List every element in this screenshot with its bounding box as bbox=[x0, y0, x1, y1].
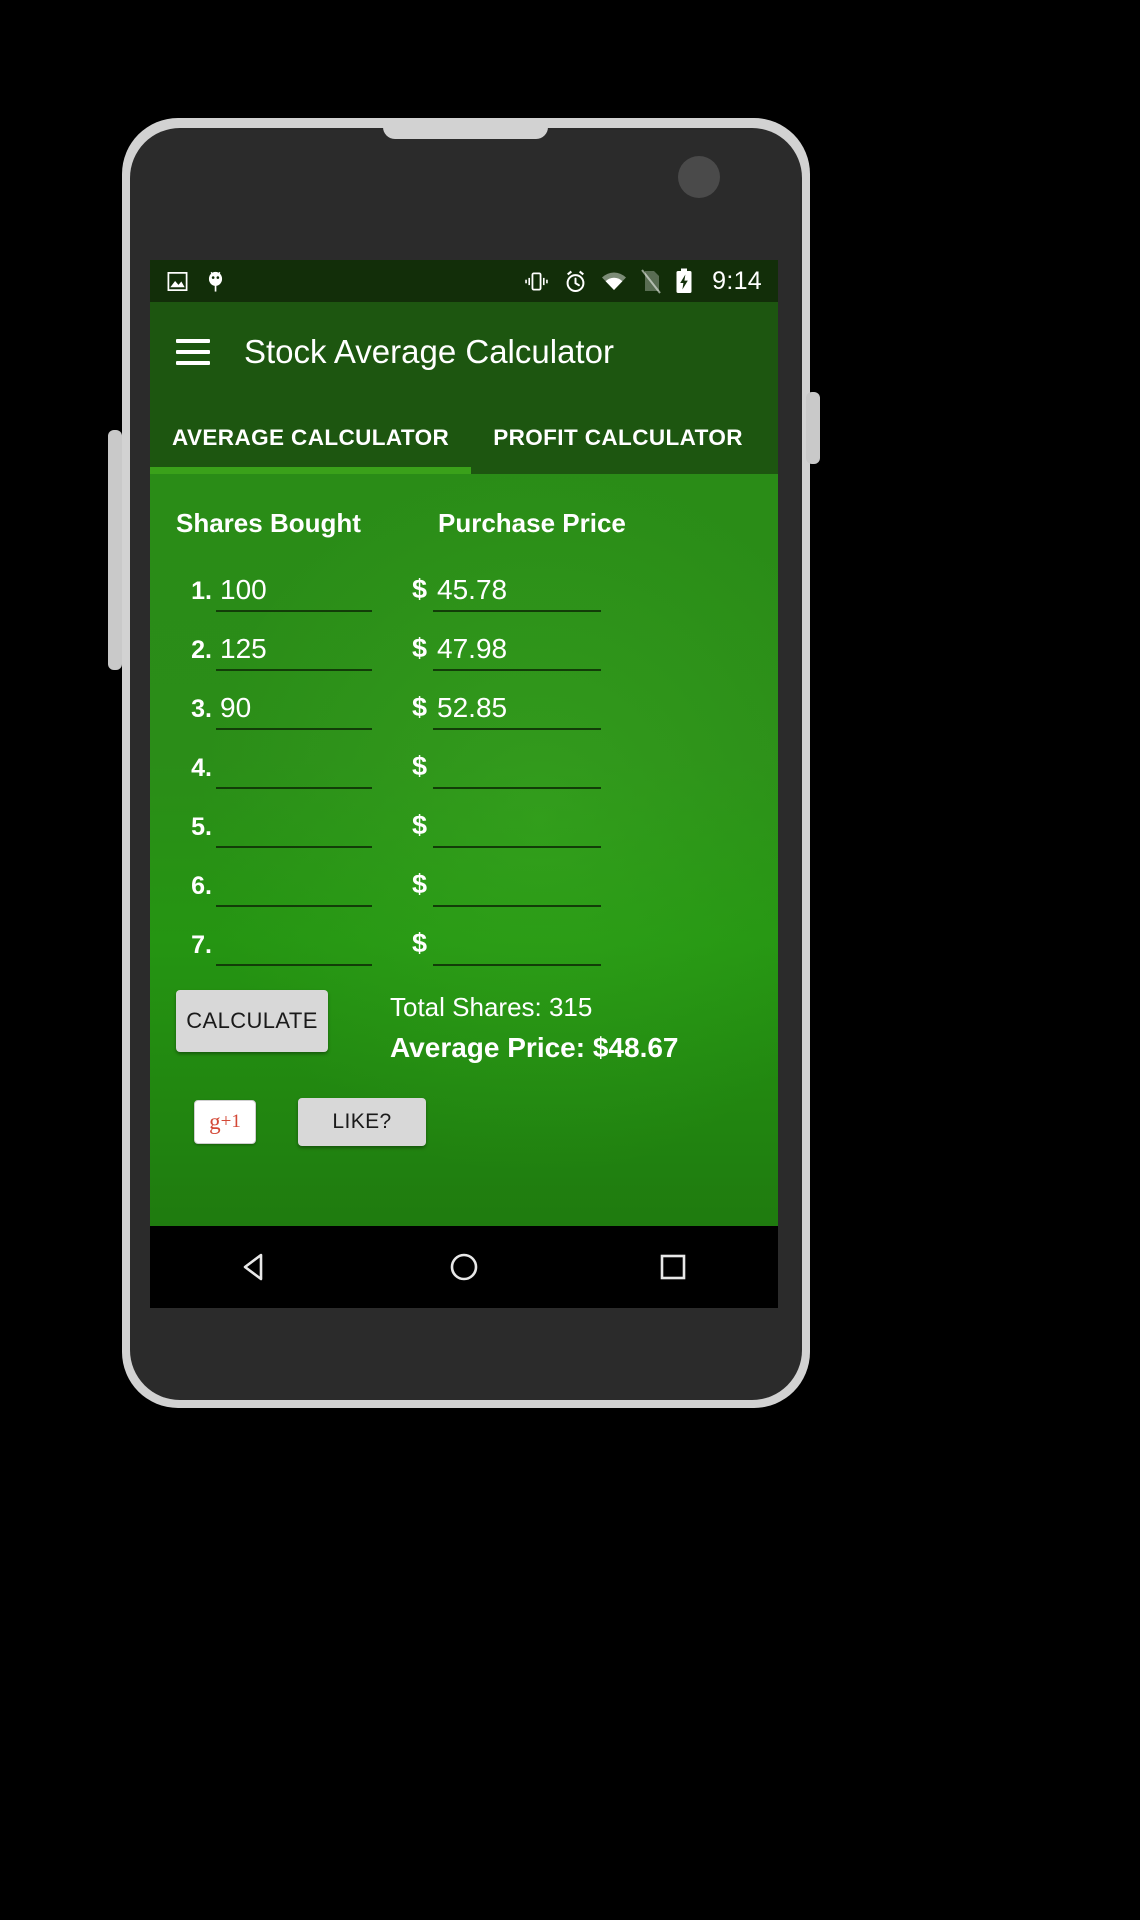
table-row: 2. 125 $ 47.98 bbox=[150, 612, 778, 671]
google-plus-one-label: +1 bbox=[220, 1111, 241, 1132]
results-panel: Total Shares: 315 Average Price: $48.67 bbox=[390, 990, 679, 1064]
battery-charging-icon bbox=[676, 268, 692, 293]
screenshot-root: 9:14 Stock Average Calculator AVERAGE CA… bbox=[0, 0, 1140, 1920]
row-number: 7. bbox=[191, 931, 212, 959]
calculate-button[interactable]: CALCULATE bbox=[176, 990, 328, 1052]
phone-top-notch bbox=[383, 123, 548, 139]
hamburger-menu-icon[interactable] bbox=[176, 339, 210, 365]
price-input-5[interactable] bbox=[433, 810, 602, 848]
shares-input-4[interactable] bbox=[216, 751, 372, 789]
status-left-icons bbox=[166, 269, 226, 294]
price-input-1[interactable]: 45.78 bbox=[433, 574, 602, 612]
shares-input-6[interactable] bbox=[216, 869, 372, 907]
currency-symbol: $ bbox=[412, 810, 428, 840]
action-area: CALCULATE Total Shares: 315 Average Pric… bbox=[150, 990, 778, 1064]
row-number: 6. bbox=[191, 872, 212, 900]
recents-square-icon bbox=[661, 1254, 686, 1280]
home-button[interactable] bbox=[409, 1237, 519, 1297]
tab-profit-calculator-label: PROFIT CALCULATOR bbox=[493, 425, 743, 450]
currency-symbol: $ bbox=[412, 751, 428, 781]
row-number: 3. bbox=[191, 695, 212, 723]
table-row: 7. $ bbox=[150, 907, 778, 966]
phone-screen: 9:14 Stock Average Calculator AVERAGE CA… bbox=[150, 260, 778, 1308]
front-camera bbox=[678, 156, 720, 198]
status-bar: 9:14 bbox=[150, 260, 778, 302]
currency-symbol: $ bbox=[412, 633, 428, 663]
status-time: 9:14 bbox=[712, 266, 762, 295]
tab-active-indicator bbox=[150, 467, 472, 474]
price-column-header: Purchase Price bbox=[438, 508, 626, 538]
total-shares-result: Total Shares: 315 bbox=[390, 992, 593, 1022]
recents-button[interactable] bbox=[618, 1237, 728, 1297]
tab-average-calculator-label: AVERAGE CALCULATOR bbox=[172, 425, 450, 450]
table-row: 4. $ bbox=[150, 730, 778, 789]
table-row: 6. $ bbox=[150, 848, 778, 907]
vibrate-icon bbox=[525, 272, 548, 290]
status-right-icons: 9:14 bbox=[523, 267, 762, 296]
row-number: 5. bbox=[191, 813, 212, 841]
tab-average-calculator[interactable]: AVERAGE CALCULATOR bbox=[150, 402, 472, 474]
volume-button[interactable] bbox=[108, 430, 122, 670]
price-input-2[interactable]: 47.98 bbox=[433, 633, 602, 671]
home-circle-icon bbox=[450, 1253, 478, 1281]
shares-input-3[interactable]: 90 bbox=[216, 692, 372, 730]
price-input-4[interactable] bbox=[433, 751, 602, 789]
row-number: 4. bbox=[191, 754, 212, 782]
tab-profit-calculator[interactable]: PROFIT CALCULATOR bbox=[471, 402, 765, 474]
column-headers: Shares Bought Purchase Price bbox=[150, 474, 778, 539]
price-input-6[interactable] bbox=[433, 869, 602, 907]
input-rows: 1. 100 $ 45.78 2. 125 $ 47.98 3. 90 $ 52… bbox=[150, 553, 778, 966]
back-triangle-icon bbox=[243, 1253, 262, 1281]
back-button[interactable] bbox=[200, 1237, 310, 1297]
table-row: 3. 90 $ 52.85 bbox=[150, 671, 778, 730]
google-plus-g-letter: g bbox=[209, 1109, 221, 1134]
page-title: Stock Average Calculator bbox=[244, 333, 614, 370]
currency-symbol: $ bbox=[412, 869, 428, 899]
like-button[interactable]: LIKE? bbox=[298, 1098, 426, 1146]
shares-input-1[interactable]: 100 bbox=[216, 574, 372, 612]
social-row: g +1 LIKE? bbox=[150, 1098, 778, 1146]
row-number: 1. bbox=[191, 577, 212, 605]
shares-input-7[interactable] bbox=[216, 928, 372, 966]
wifi-icon bbox=[602, 272, 627, 290]
table-row: 5. $ bbox=[150, 789, 778, 848]
currency-symbol: $ bbox=[412, 574, 428, 604]
app-bar: Stock Average Calculator bbox=[150, 302, 778, 402]
shares-column-header: Shares Bought bbox=[176, 508, 361, 538]
average-price-result: Average Price: $48.67 bbox=[390, 1032, 679, 1063]
currency-symbol: $ bbox=[412, 692, 428, 722]
price-input-7[interactable] bbox=[433, 928, 602, 966]
currency-symbol: $ bbox=[412, 928, 428, 958]
power-button[interactable] bbox=[806, 392, 820, 464]
row-number: 2. bbox=[191, 636, 212, 664]
shares-input-2[interactable]: 125 bbox=[216, 633, 372, 671]
android-debug-icon bbox=[208, 271, 223, 292]
no-sim-icon bbox=[641, 268, 661, 294]
shares-input-5[interactable] bbox=[216, 810, 372, 848]
price-input-3[interactable]: 52.85 bbox=[433, 692, 602, 730]
tab-bar: AVERAGE CALCULATOR PROFIT CALCULATOR bbox=[150, 402, 778, 474]
image-icon bbox=[167, 271, 188, 291]
android-navigation-bar bbox=[150, 1226, 778, 1308]
google-plus-one-button[interactable]: g +1 bbox=[194, 1100, 256, 1144]
alarm-icon bbox=[566, 270, 585, 292]
calculator-content: Shares Bought Purchase Price 1. 100 $ 45… bbox=[150, 474, 778, 1226]
table-row: 1. 100 $ 45.78 bbox=[150, 553, 778, 612]
